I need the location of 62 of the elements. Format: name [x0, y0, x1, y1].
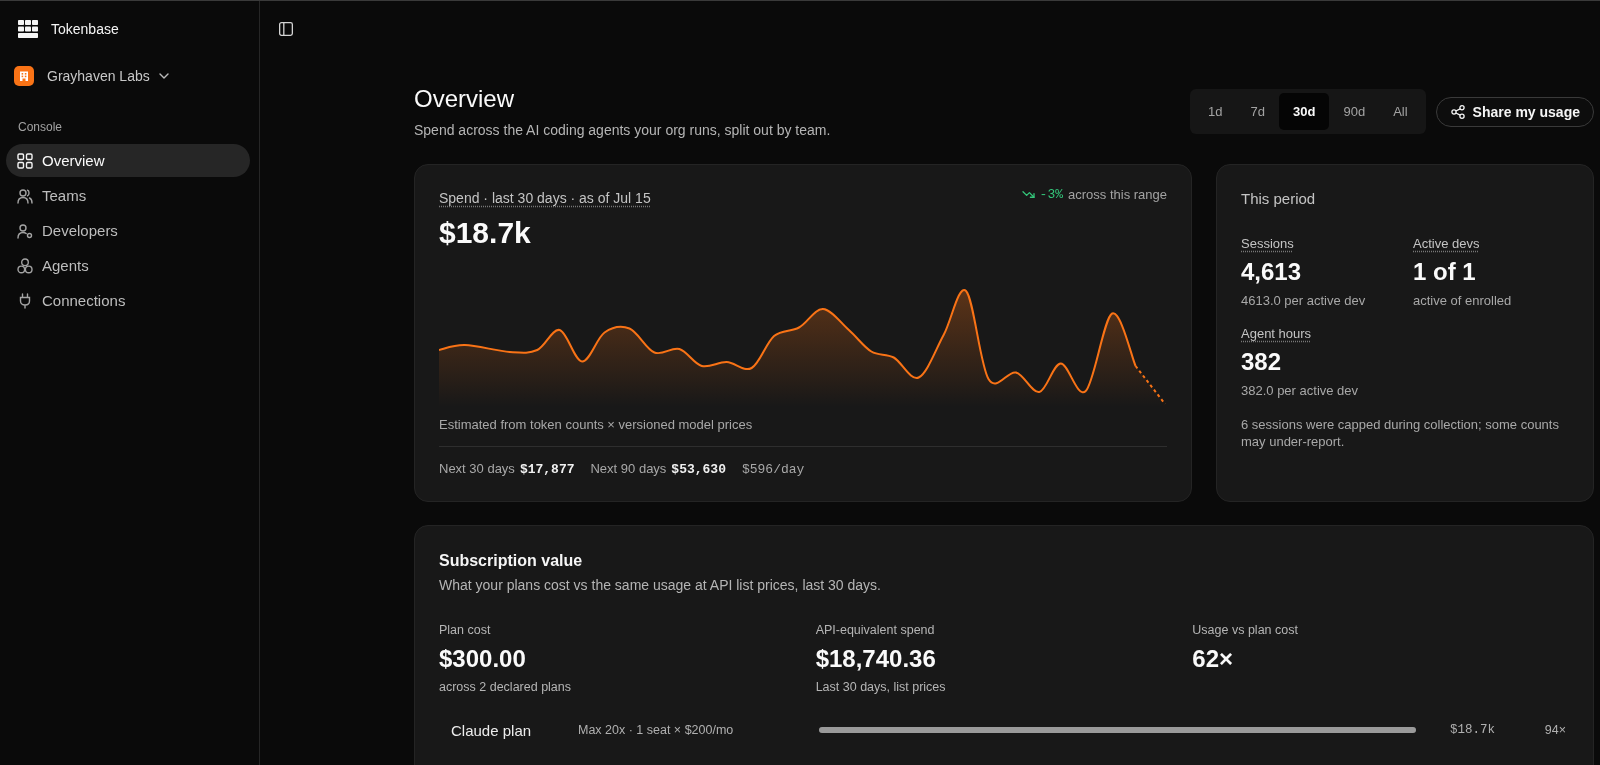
- nav-item[interactable]: Developers: [6, 214, 250, 247]
- grid-logo-icon: [18, 20, 38, 38]
- section-label: Console: [17, 119, 64, 135]
- metric-label: Plan cost: [439, 622, 491, 639]
- forecast-value: $53,630: [671, 461, 726, 479]
- sidebar-panel-icon: [279, 22, 293, 36]
- subscription-title: Subscription value: [439, 551, 584, 571]
- range-tab[interactable]: All: [1379, 93, 1422, 130]
- forecast-label: Next 90 days: [590, 460, 667, 478]
- stat-label: Active devs: [1413, 235, 1480, 253]
- stat-label: Agent hours: [1241, 325, 1312, 343]
- daily-rate: $596/day: [741, 461, 805, 479]
- stat-label: Sessions: [1241, 235, 1294, 253]
- share-icon: [1450, 104, 1465, 119]
- user-gear-icon: [17, 222, 33, 239]
- spend-total: $18.7k: [439, 215, 532, 251]
- metric-label: API-equivalent spend: [815, 622, 935, 639]
- subscription-subtitle: What your plans cost vs the same usage at API list prices, last 30 days.: [439, 576, 882, 595]
- users-icon: [17, 187, 33, 204]
- org-switcher[interactable]: Grayhaven Labs: [6, 66, 169, 86]
- range-tab[interactable]: 1d: [1194, 93, 1237, 130]
- trend-change: -3%: [1039, 186, 1063, 202]
- plan-terms: Max 20x · 1 seat × $200/mo: [578, 723, 735, 737]
- forecast-value: $17,877: [519, 461, 575, 479]
- range-tab[interactable]: 30d: [1279, 93, 1330, 130]
- spend-caption: Estimated from token counts × versioned model prices: [439, 417, 1167, 447]
- stat-detail: 382.0 per active dev: [1241, 382, 1359, 400]
- stat-detail: active of enrolled: [1413, 292, 1512, 310]
- spend-title: Spend · last 30 days · as of Jul 15: [439, 189, 651, 207]
- page-subtitle: Spend across the AI coding agents your org runs, split out by team.: [414, 121, 831, 140]
- circles-cluster-icon: [17, 257, 33, 274]
- plan-multiple: 94×: [1543, 723, 1566, 737]
- chevron-down-icon: [158, 73, 169, 79]
- stat-detail: 4613.0 per active dev: [1241, 292, 1366, 310]
- metric-value: $18,740.36: [815, 644, 936, 674]
- metric-detail: Last 30 days, list prices: [815, 679, 946, 696]
- share-button[interactable]: Share my usage: [1435, 96, 1594, 127]
- nav-item[interactable]: Overview: [6, 144, 250, 177]
- nav-item[interactable]: Teams: [6, 179, 250, 212]
- forecast-label: Next 30 days: [439, 460, 515, 478]
- period-note: 6 sessions were capped during collection; some counts may under-report.: [1241, 416, 1560, 450]
- plan-spend: $18.7k: [1449, 723, 1496, 737]
- nav-item[interactable]: Connections: [6, 284, 250, 317]
- stat-value: 4,613: [1241, 257, 1302, 287]
- range-tab[interactable]: 90d: [1329, 93, 1380, 130]
- grid-icon: [17, 152, 33, 169]
- nav-item[interactable]: Agents: [6, 249, 250, 282]
- building-icon: [14, 66, 34, 86]
- plan-name: Claude plan: [451, 721, 533, 739]
- stat-value: 382: [1241, 347, 1282, 377]
- range-tab[interactable]: 7d: [1236, 93, 1280, 130]
- stat-value: 1 of 1: [1413, 257, 1476, 287]
- period-title: This period: [1241, 189, 1317, 209]
- page-title: Overview: [414, 85, 516, 113]
- plug-icon: [17, 292, 33, 309]
- metric-label: Usage vs plan cost: [1192, 622, 1298, 639]
- sidebar-toggle-button[interactable]: [279, 22, 293, 36]
- metric-value: 62×: [1192, 644, 1234, 674]
- metric-detail: across 2 declared plans: [439, 679, 572, 696]
- trend-label: across this range: [1068, 186, 1167, 202]
- metric-value: $300.00: [439, 644, 526, 674]
- brand-name: Tokenbase: [51, 20, 119, 38]
